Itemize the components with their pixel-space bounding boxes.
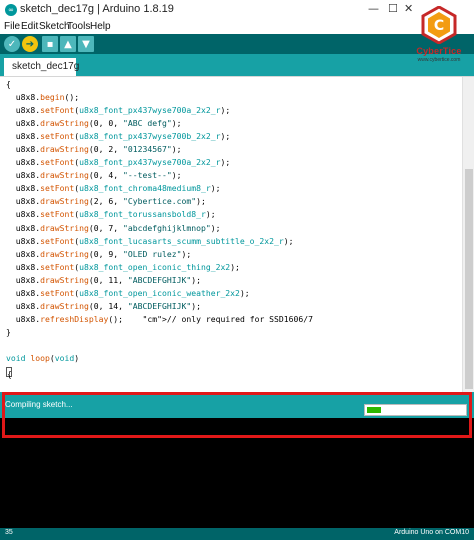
arduino-logo-icon: ∞ <box>5 4 17 16</box>
minimize-icon[interactable]: — <box>368 2 379 15</box>
code-line: void loop(void) <box>6 352 80 363</box>
code-line: { <box>6 79 11 89</box>
code-line: u8x8.drawString(0, 4, "--test--"); <box>6 170 182 181</box>
code-editor[interactable]: { u8x8.begin(); u8x8.setFont(u8x8_font_p… <box>0 76 474 415</box>
code-line: u8x8.drawString(0, 7, "abcdefghijklmnop"… <box>6 222 221 233</box>
scroll-thumb[interactable] <box>465 169 473 389</box>
line-number: 35 <box>5 529 13 536</box>
highlight-annotation <box>2 392 472 438</box>
code-line: u8x8.setFont(u8x8_font_px437wyse700a_2x2… <box>6 105 231 116</box>
menu-sketch[interactable]: Sketch <box>39 20 70 34</box>
logo-name: CyberTice <box>416 46 462 56</box>
code-line: u8x8.drawString(0, 2, "01234567"); <box>6 144 182 155</box>
code-line: u8x8.setFont(u8x8_font_torussansbold8_r)… <box>6 209 216 220</box>
code-line: u8x8.setFont(u8x8_font_px437wyse700a_2x2… <box>6 157 231 168</box>
hexagon-logo-icon: C <box>421 6 457 44</box>
code-line: u8x8.drawString(0, 14, "ABCDEFGHIJK"); <box>6 300 201 311</box>
board-info: Arduino Uno on COM10 <box>394 529 469 536</box>
code-line: u8x8.begin(); <box>6 92 80 103</box>
editor-scrollbar[interactable] <box>462 77 474 393</box>
window-title: sketch_dec17g | Arduino 1.8.19 <box>20 3 174 15</box>
cybertice-logo: C CyberTice www.cybertice.com <box>412 6 466 64</box>
code-line: u8x8.drawString(0, 11, "ABCDEFGHIJK"); <box>6 274 201 285</box>
code-line: u8x8.setFont(u8x8_font_open_iconic_thing… <box>6 261 240 272</box>
menu-file[interactable]: File <box>4 20 20 34</box>
code-line: } <box>6 326 11 337</box>
menu-help[interactable]: Help <box>90 20 111 34</box>
code-line: u8x8.setFont(u8x8_font_open_iconic_weath… <box>6 287 250 298</box>
title-bar: ∞ sketch_dec17g | Arduino 1.8.19 — ☐ ✕ <box>0 0 474 20</box>
code-line: u8x8.drawString(0, 9, "OLED rulez"); <box>6 248 192 259</box>
code-line: { <box>6 366 12 379</box>
menu-edit[interactable]: Edit <box>21 20 38 34</box>
code-line: u8x8.drawString(2, 6, "Cybertice.com"); <box>6 196 206 207</box>
arrow-up-icon[interactable]: ▲ <box>60 36 76 52</box>
footer-bar: 35 Arduino Uno on COM10 <box>0 528 474 540</box>
logo-url: www.cybertice.com <box>417 57 461 63</box>
maximize-icon[interactable]: ☐ <box>388 2 398 15</box>
check-icon[interactable]: ✓ <box>4 36 20 52</box>
arrow-right-icon[interactable]: ➔ <box>22 36 38 52</box>
menu-bar: File Edit Sketch Tools Help <box>0 20 474 34</box>
code-line: u8x8.refreshDisplay(); "cm">// only requ… <box>6 313 314 324</box>
tab-sketch[interactable]: sketch_dec17g § <box>4 58 79 90</box>
tab-bar: sketch_dec17g § <box>0 54 474 90</box>
code-line: u8x8.setFont(u8x8_font_px437wyse700b_2x2… <box>6 131 231 142</box>
code-line: u8x8.setFont(u8x8_font_chroma48medium8_r… <box>6 183 221 194</box>
code-line: u8x8.drawString(0, 0, "ABC defg"); <box>6 118 182 129</box>
code-text[interactable]: { u8x8.begin(); u8x8.setFont(u8x8_font_p… <box>6 78 313 417</box>
menu-tools[interactable]: Tools <box>67 20 90 34</box>
arrow-down-icon[interactable]: ▼ <box>78 36 94 52</box>
code-line: u8x8.setFont(u8x8_font_lucasarts_scumm_s… <box>6 235 294 246</box>
new-file-icon[interactable]: ▪ <box>42 36 58 52</box>
toolbar: ✓ ➔ ▪ ▲ ▼ <box>0 34 474 54</box>
logo-letter: C <box>434 18 444 34</box>
